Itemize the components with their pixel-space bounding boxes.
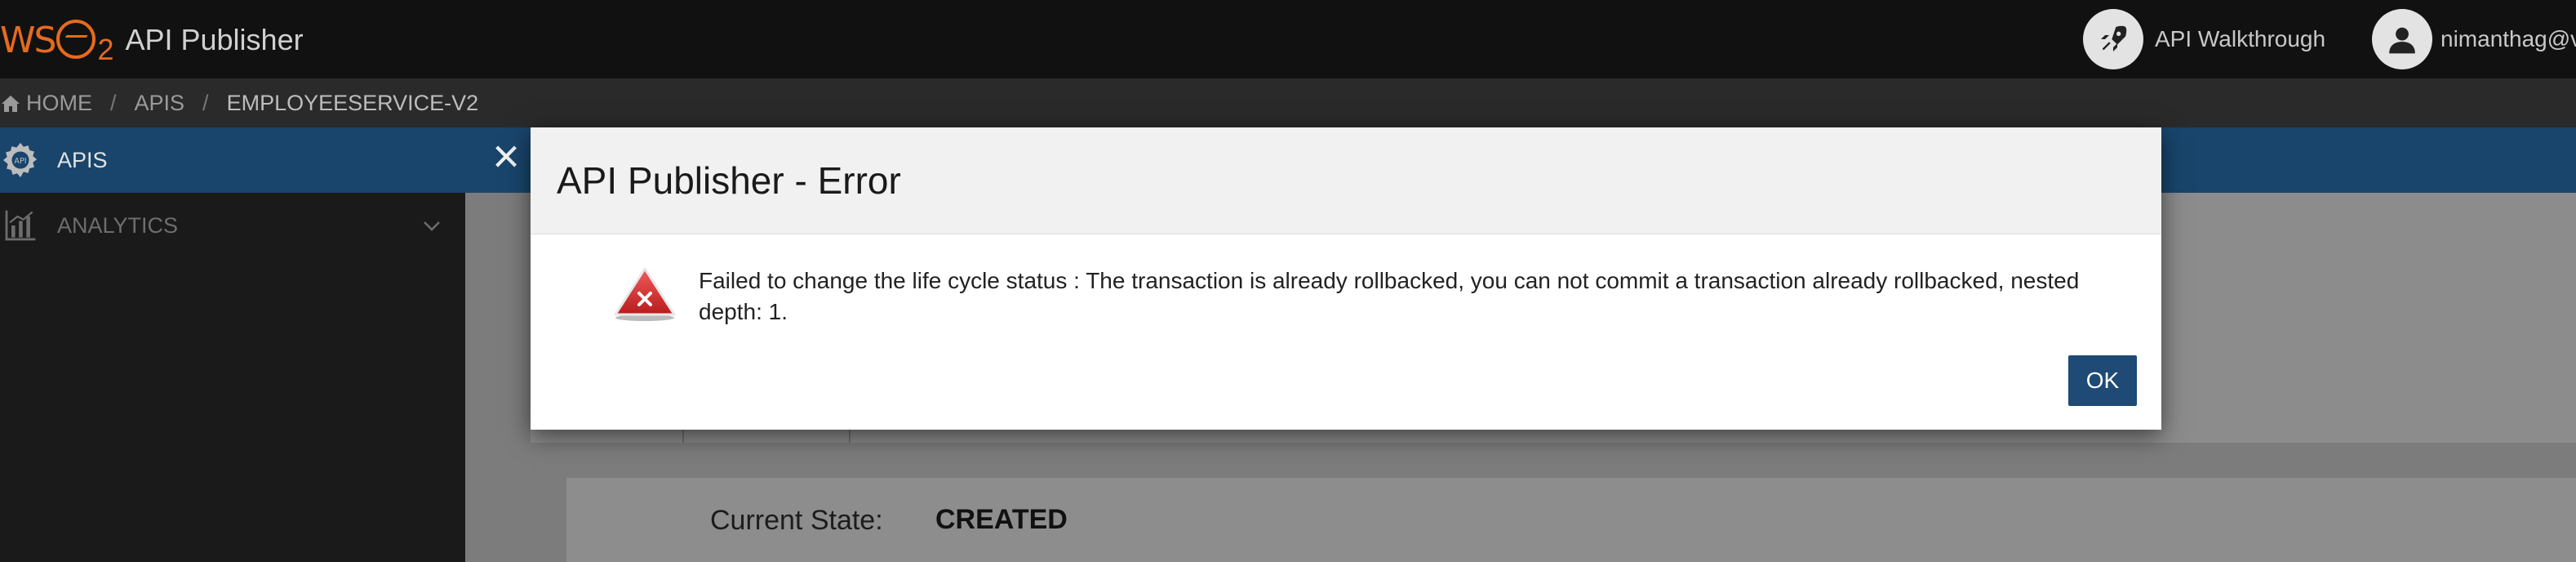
sidebar-item-label: ANALYTICS xyxy=(57,212,179,238)
current-state-value: CREATED xyxy=(935,504,1068,535)
breadcrumb-home[interactable]: HOME xyxy=(26,91,92,116)
breadcrumb-separator: / xyxy=(110,90,117,115)
sidebar: API APIS ANALYTICS xyxy=(0,127,465,562)
user-avatar-icon xyxy=(2372,9,2432,69)
close-icon[interactable]: × xyxy=(486,133,526,181)
breadcrumb-current-api[interactable]: EMPLOYEESERVICE-V2 xyxy=(227,91,479,116)
breadcrumb-apis[interactable]: APIS xyxy=(135,91,185,116)
api-walkthrough-label: API Walkthrough xyxy=(2155,26,2326,51)
api-walkthrough-button[interactable]: API Walkthrough xyxy=(2083,0,2325,78)
user-menu[interactable]: nimanthag@v xyxy=(2372,0,2576,78)
logo-subscript: 2 xyxy=(97,33,114,66)
error-message: Failed to change the life cycle status :… xyxy=(699,268,2080,324)
svg-text:API: API xyxy=(14,157,26,166)
top-navbar: WS 2 API Publisher API Walkthrough nimant… xyxy=(0,0,2576,78)
sidebar-item-apis[interactable]: API APIS xyxy=(0,127,465,193)
rocket-icon xyxy=(2083,9,2143,69)
app-title: API Publisher xyxy=(125,23,304,56)
dialog-title: API Publisher - Error xyxy=(557,159,901,202)
bar-chart-icon xyxy=(0,205,41,246)
user-name-label: nimanthag@v xyxy=(2441,26,2576,51)
error-warning-icon xyxy=(612,265,677,323)
logo-wordmark: WS xyxy=(0,19,56,61)
current-state-label: Current State: xyxy=(710,505,883,536)
error-dialog: API Publisher - Error Failed to change t… xyxy=(531,127,2161,430)
sidebar-item-label: APIS xyxy=(57,147,108,172)
home-icon xyxy=(0,94,21,114)
wso2-logo[interactable]: WS 2 API Publisher xyxy=(0,11,304,69)
api-gear-icon: API xyxy=(0,140,41,181)
breadcrumb: HOME / APIS / EMPLOYEESERVICE-V2 xyxy=(0,78,2576,127)
dialog-header: API Publisher - Error xyxy=(531,127,2161,234)
chevron-down-icon[interactable] xyxy=(423,212,441,238)
sidebar-item-analytics[interactable]: ANALYTICS xyxy=(0,193,465,258)
breadcrumb-separator: / xyxy=(202,90,209,115)
dialog-body: Failed to change the life cycle status :… xyxy=(531,234,2161,430)
logo-o-mark xyxy=(56,20,96,59)
ok-button[interactable]: OK xyxy=(2068,355,2137,406)
